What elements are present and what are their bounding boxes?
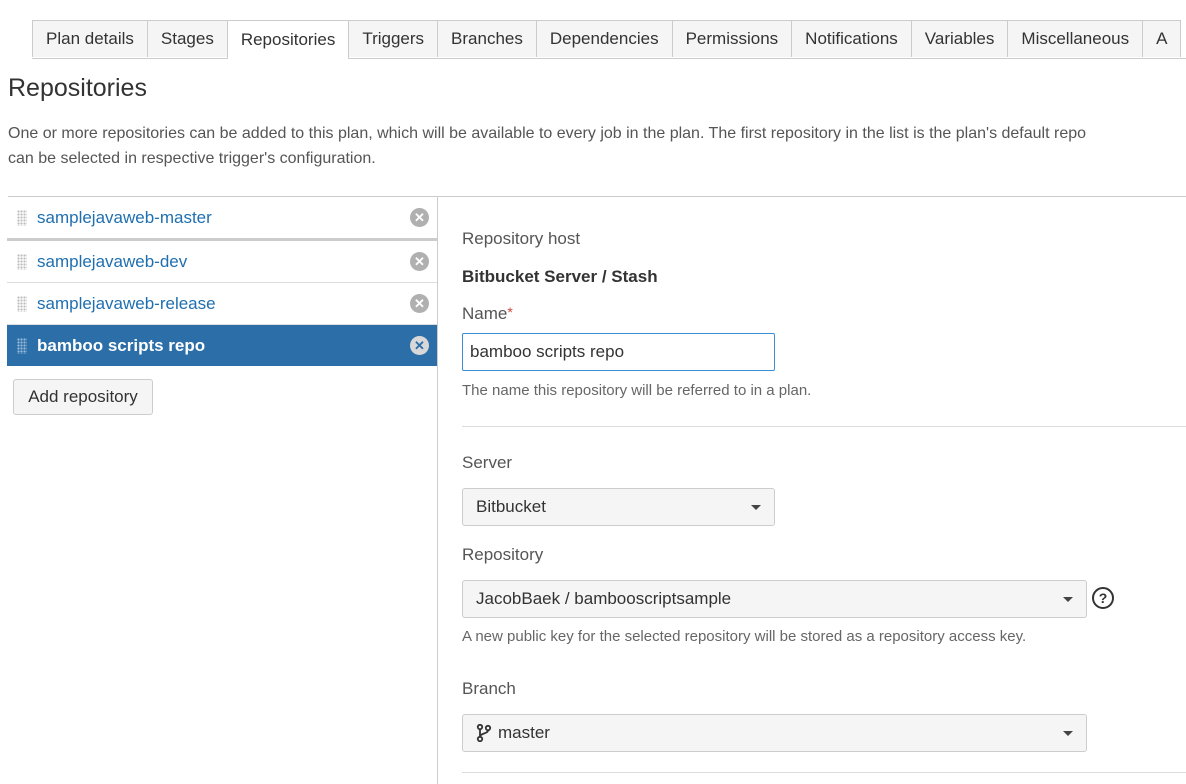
- name-label-text: Name: [462, 304, 508, 323]
- tab-bar: Plan details Stages Repositories Trigger…: [32, 20, 1186, 59]
- tab-permissions[interactable]: Permissions: [671, 20, 793, 57]
- drag-handle-icon[interactable]: [17, 295, 27, 312]
- add-repository-button[interactable]: Add repository: [13, 379, 153, 415]
- chevron-down-icon: [1063, 596, 1073, 602]
- server-label: Server: [462, 453, 513, 472]
- tab-dependencies[interactable]: Dependencies: [535, 20, 673, 57]
- description-line-2: can be selected in respective trigger's …: [8, 150, 376, 167]
- repository-host-label: Repository host: [462, 229, 581, 248]
- remove-icon[interactable]: ✕: [410, 252, 429, 271]
- name-help-text: The name this repository will be referre…: [462, 382, 812, 399]
- repository-item[interactable]: samplejavaweb-dev ✕: [7, 241, 437, 282]
- branch-select[interactable]: master: [462, 714, 1087, 752]
- repository-form: Repository host Bitbucket Server / Stash…: [462, 197, 1186, 784]
- repository-help-text: A new public key for the selected reposi…: [462, 628, 1027, 645]
- repository-item-selected[interactable]: bamboo scripts repo ✕: [7, 325, 437, 366]
- chevron-down-icon: [751, 504, 761, 510]
- tab-branches[interactable]: Branches: [437, 20, 537, 57]
- server-select[interactable]: Bitbucket: [462, 488, 775, 526]
- chevron-down-icon: [1063, 730, 1073, 736]
- name-label: Name*: [462, 304, 513, 324]
- tab-stages[interactable]: Stages: [146, 20, 228, 57]
- help-icon[interactable]: ?: [1092, 587, 1114, 609]
- drag-handle-icon[interactable]: [17, 209, 27, 226]
- form-divider: [462, 772, 1186, 773]
- repository-host-value: Bitbucket Server / Stash: [462, 267, 658, 286]
- tab-repositories[interactable]: Repositories: [226, 20, 350, 59]
- tab-miscellaneous[interactable]: Miscellaneous: [1007, 20, 1144, 57]
- server-select-value: Bitbucket: [476, 497, 546, 516]
- repository-label: Repository: [462, 545, 544, 564]
- repository-select-value: JacobBaek / bambooscriptsample: [476, 589, 732, 608]
- repository-name[interactable]: samplejavaweb-dev: [37, 252, 410, 272]
- branch-label: Branch: [462, 679, 516, 698]
- drag-handle-icon[interactable]: [17, 253, 27, 270]
- page-description: One or more repositories can be added to…: [8, 121, 1186, 171]
- tab-variables[interactable]: Variables: [910, 20, 1009, 57]
- page-title: Repositories: [8, 74, 147, 102]
- form-divider: [462, 426, 1186, 427]
- repository-select[interactable]: JacobBaek / bambooscriptsample: [462, 580, 1087, 618]
- repository-item[interactable]: samplejavaweb-master ✕: [7, 197, 437, 238]
- remove-icon[interactable]: ✕: [410, 336, 429, 355]
- repository-list: samplejavaweb-master ✕ samplejavaweb-dev…: [7, 197, 438, 784]
- tab-notifications[interactable]: Notifications: [791, 20, 912, 57]
- branch-select-value: master: [498, 723, 550, 742]
- repository-item[interactable]: samplejavaweb-release ✕: [7, 283, 437, 324]
- tab-truncated[interactable]: A: [1142, 20, 1182, 57]
- repository-name[interactable]: samplejavaweb-master: [37, 208, 410, 228]
- repository-name[interactable]: bamboo scripts repo: [37, 336, 410, 356]
- remove-icon[interactable]: ✕: [410, 208, 429, 227]
- repository-name[interactable]: samplejavaweb-release: [37, 294, 410, 314]
- tab-plan-details[interactable]: Plan details: [32, 20, 148, 57]
- drag-handle-icon[interactable]: [17, 337, 27, 354]
- required-marker: *: [507, 304, 513, 320]
- description-line-1: One or more repositories can be added to…: [8, 125, 1087, 142]
- tab-bar-container: Plan details Stages Repositories Trigger…: [0, 0, 1186, 60]
- remove-icon[interactable]: ✕: [410, 294, 429, 313]
- branch-icon: [476, 724, 492, 742]
- name-field[interactable]: [462, 333, 775, 371]
- tab-triggers[interactable]: Triggers: [348, 20, 439, 57]
